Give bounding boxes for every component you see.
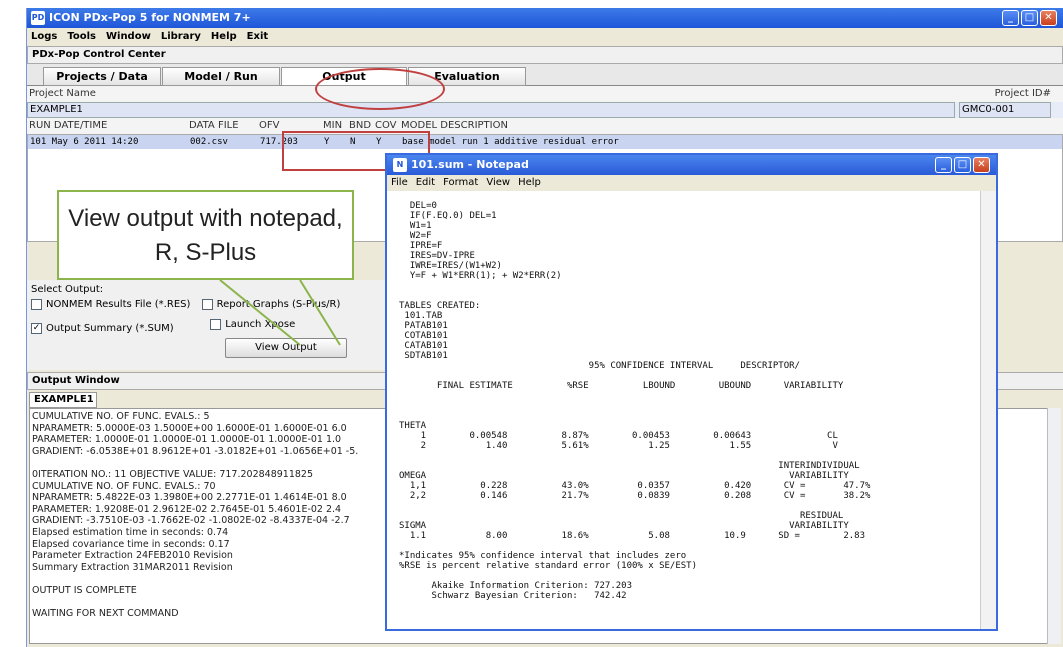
control-center-title: PDx-Pop Control Center [27,46,1063,64]
table-row[interactable]: 101 May 6 2011 14:20 002.csv 717.203 Y N… [28,135,1062,149]
notepad-close-button[interactable]: ✕ [973,157,990,173]
menu-window[interactable]: Window [106,28,151,46]
checkbox-icon [201,299,213,310]
project-name-label: Project Name [29,88,96,99]
notepad-menu-edit[interactable]: Edit [416,175,435,191]
minimize-button[interactable]: _ [1002,10,1019,26]
notepad-title: 101.sum - Notepad [411,158,529,171]
notepad-window: N 101.sum - Notepad _ □ ✕ File Edit Form… [385,153,998,631]
tab-projects-data[interactable]: Projects / Data [43,67,161,86]
nonmem-results-label: NONMEM Results File (*.RES) [46,299,191,310]
notepad-maximize-button[interactable]: □ [954,157,971,173]
checkbox-icon [210,319,222,330]
output-summary-label: Output Summary (*.SUM) [46,323,174,334]
notepad-menu-view[interactable]: View [486,175,510,191]
launch-xpose-checkbox[interactable]: Launch Xpose [210,319,295,330]
notepad-scrollbar[interactable] [980,191,996,629]
output-summary-checkbox[interactable]: ✓ Output Summary (*.SUM) [31,323,199,334]
menu-bar: Logs Tools Window Library Help Exit [27,28,1063,46]
notepad-menu-help[interactable]: Help [518,175,541,191]
checked-icon: ✓ [31,323,42,334]
checkbox-icon [31,299,42,310]
notepad-minimize-button[interactable]: _ [935,157,952,173]
cell-run-date: 101 May 6 2011 14:20 [30,137,139,147]
menu-help[interactable]: Help [211,28,237,46]
project-value-row: EXAMPLE1 GMC0-001 [27,102,1063,118]
app-icon: PD [31,11,45,25]
title-bar: PD ICON PDx-Pop 5 for NONMEM 7+ _ □ ✕ [27,8,1063,28]
close-button[interactable]: ✕ [1040,10,1057,26]
view-output-button[interactable]: View Output [225,338,347,358]
annotation-callout: View output with notepad, R, S-Plus [57,190,354,280]
run-table-header: RUN DATE/TIME DATA FILE OFV MIN BND COV … [27,118,1063,134]
select-output-label: Select Output: [31,284,104,295]
cell-model-description: base model run 1 additive residual error [402,137,619,147]
col-run-date: RUN DATE/TIME [29,120,108,131]
notepad-menu-bar: File Edit Format View Help [387,175,996,191]
project-name-field[interactable]: EXAMPLE1 [27,102,955,118]
output-window-label: Output Window [32,375,120,386]
project-id-field[interactable]: GMC0-001 [959,102,1051,118]
launch-xpose-label: Launch Xpose [225,319,296,330]
project-id-label: Project ID# [994,88,1051,99]
menu-tools[interactable]: Tools [67,28,96,46]
notepad-icon: N [393,158,407,172]
notepad-text-area[interactable]: DEL=0 IF(F.EQ.0) DEL=1 W1=1 W2=F IPRE=F … [387,191,980,629]
tab-bar: Projects / Data Model / Run Output Evalu… [27,64,1063,86]
control-center-label: PDx-Pop Control Center [32,49,166,60]
project-label-row: Project Name Project ID# [27,86,1063,102]
tab-model-run[interactable]: Model / Run [162,67,280,86]
notepad-title-bar: N 101.sum - Notepad _ □ ✕ [387,155,996,175]
menu-logs[interactable]: Logs [31,28,57,46]
cell-data-file: 002.csv [190,137,228,147]
select-output-panel: Select Output: NONMEM Results File (*.RE… [27,280,387,370]
report-graphs-label: Report Graphs (S-Plus/R) [216,299,341,310]
report-graphs-checkbox[interactable]: Report Graphs (S-Plus/R) [201,299,341,310]
col-data-file: DATA FILE [189,120,239,131]
menu-exit[interactable]: Exit [247,28,269,46]
app-title: ICON PDx-Pop 5 for NONMEM 7+ [49,11,251,24]
output-tab-example1[interactable]: EXAMPLE1 [29,392,97,408]
output-scrollbar[interactable] [1047,408,1061,644]
notepad-menu-format[interactable]: Format [443,175,478,191]
notepad-menu-file[interactable]: File [391,175,408,191]
nonmem-results-checkbox[interactable]: NONMEM Results File (*.RES) [31,299,190,310]
output-tab-highlight [315,68,445,110]
menu-library[interactable]: Library [161,28,201,46]
maximize-button[interactable]: □ [1021,10,1038,26]
